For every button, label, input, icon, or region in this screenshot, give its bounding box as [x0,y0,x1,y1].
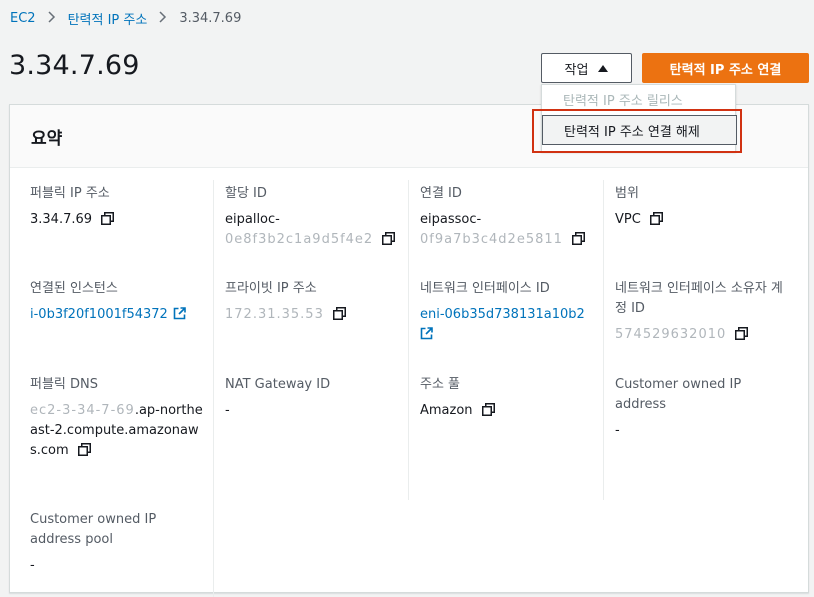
public-ip-field: 퍼블릭 IP 주소 3.34.7.69 [30,184,206,230]
eni-owner-field: 네트워크 인터페이스 소유자 계정 ID 574529632010 [615,279,791,345]
copy-icon[interactable] [77,443,91,456]
copy-icon[interactable] [571,232,585,245]
copy-icon[interactable] [332,307,346,320]
actions-label: 작업 [564,62,589,78]
allocation-id-value: eipalloc- [225,212,280,227]
private-ip-masked: 172.31.35.53 [225,307,324,322]
nat-gateway-field: NAT Gateway ID - [225,375,401,421]
nat-gateway-label: NAT Gateway ID [225,377,331,392]
customer-ip-label: Customer owned IP address [615,377,742,412]
eni-owner-value-row: 574529632010 [615,325,791,345]
private-ip-field: 프라이빗 IP 주소 172.31.35.53 [225,279,401,325]
private-ip-label: 프라이빗 IP 주소 [225,281,317,296]
address-pool-value: Amazon [420,403,473,418]
instance-field: 연결된 인스턴스 i-0b3f20f1001f54372 [30,279,206,325]
eni-value-row: eni-06b35d738131a10b2 [420,305,596,345]
menu-item-disassociate[interactable]: 탄력적 IP 주소 연결 해제 [542,115,737,145]
scope-value-row: VPC [615,210,791,230]
breadcrumb-ec2-link[interactable]: EC2 [10,11,36,26]
customer-pool-field: Customer owned IP address pool - [30,510,206,576]
nat-gateway-value: - [225,403,230,418]
association-id-value-row: eipassoc- 0f9a7b3c4d2e5811 [420,210,596,250]
allocation-id-value-row: eipalloc- 0e8f3b2c1a9d5f4e2 [225,210,401,250]
instance-link[interactable]: i-0b3f20f1001f54372 [30,307,168,322]
column-divider [213,180,214,597]
external-link-icon[interactable] [420,327,433,340]
scope-field: 범위 VPC [615,184,791,230]
eni-field: 네트워크 인터페이스 ID eni-06b35d738131a10b2 [420,279,596,345]
caret-up-icon [598,64,609,72]
column-divider [408,180,409,500]
public-dns-label: 퍼블릭 DNS [30,377,98,392]
association-id-label: 연결 ID [420,186,462,201]
scope-label: 범위 [615,186,639,201]
address-pool-label: 주소 풀 [420,377,461,392]
allocation-id-label: 할당 ID [225,186,267,201]
scope-value: VPC [615,212,641,227]
summary-title: 요약 [31,128,63,149]
associate-elastic-ip-button[interactable]: 탄력적 IP 주소 연결 [642,53,809,83]
eni-owner-label: 네트워크 인터페이스 소유자 계정 ID [615,281,783,316]
breadcrumb-current: 3.34.7.69 [179,11,242,26]
external-link-icon[interactable] [173,307,186,320]
public-dns-value-row: ec2-3-34-7-69.ap-northeast-2.compute.ama… [30,401,206,461]
copy-icon[interactable] [382,232,396,245]
copy-icon[interactable] [735,327,749,340]
chevron-right-icon [48,10,56,27]
summary-grid: 퍼블릭 IP 주소 3.34.7.69 할당 ID eipalloc- 0e8f… [10,168,808,597]
allocation-id-field: 할당 ID eipalloc- 0e8f3b2c1a9d5f4e2 [225,184,401,250]
actions-menu: 탄력적 IP 주소 릴리스 탄력적 IP 주소 연결 해제 [541,84,737,152]
eni-label: 네트워크 인터페이스 ID [420,281,550,296]
address-pool-value-row: Amazon [420,401,596,421]
public-dns-masked: ec2-3-34-7-69 [30,403,135,418]
menu-item-release[interactable]: 탄력적 IP 주소 릴리스 [542,85,735,113]
association-id-value: eipassoc- [420,212,482,227]
copy-icon[interactable] [481,403,495,416]
customer-ip-field: Customer owned IP address - [615,375,791,441]
association-id-masked: 0f9a7b3c4d2e5811 [420,232,563,247]
page-title: 3.34.7.69 [9,50,140,81]
private-ip-value-row: 172.31.35.53 [225,305,401,325]
association-id-field: 연결 ID eipassoc- 0f9a7b3c4d2e5811 [420,184,596,250]
instance-value-row: i-0b3f20f1001f54372 [30,305,206,325]
public-ip-value-row: 3.34.7.69 [30,210,206,230]
chevron-right-icon [159,10,167,27]
column-divider [603,180,604,500]
public-ip-value: 3.34.7.69 [30,212,93,227]
allocation-id-masked: 0e8f3b2c1a9d5f4e2 [225,232,374,247]
customer-ip-value: - [615,423,620,438]
public-ip-label: 퍼블릭 IP 주소 [30,186,110,201]
eni-owner-masked: 574529632010 [615,327,727,342]
menu-item-disassociate-wrap: 탄력적 IP 주소 연결 해제 [542,115,737,145]
summary-panel: 요약 퍼블릭 IP 주소 3.34.7.69 할당 ID eipalloc- 0… [9,104,809,597]
breadcrumb-elastic-ip-link[interactable]: 탄력적 IP 주소 [68,9,148,28]
copy-icon[interactable] [101,212,115,225]
instance-label: 연결된 인스턴스 [30,281,118,296]
actions-dropdown-button[interactable]: 작업 [541,53,632,83]
eni-link[interactable]: eni-06b35d738131a10b2 [420,307,585,322]
customer-pool-label: Customer owned IP address pool [30,512,157,547]
address-pool-field: 주소 풀 Amazon [420,375,596,421]
public-dns-field: 퍼블릭 DNS ec2-3-34-7-69.ap-northeast-2.com… [30,375,206,461]
copy-icon[interactable] [649,212,663,225]
breadcrumb: EC2 탄력적 IP 주소 3.34.7.69 [10,9,241,28]
customer-pool-value: - [30,558,35,573]
